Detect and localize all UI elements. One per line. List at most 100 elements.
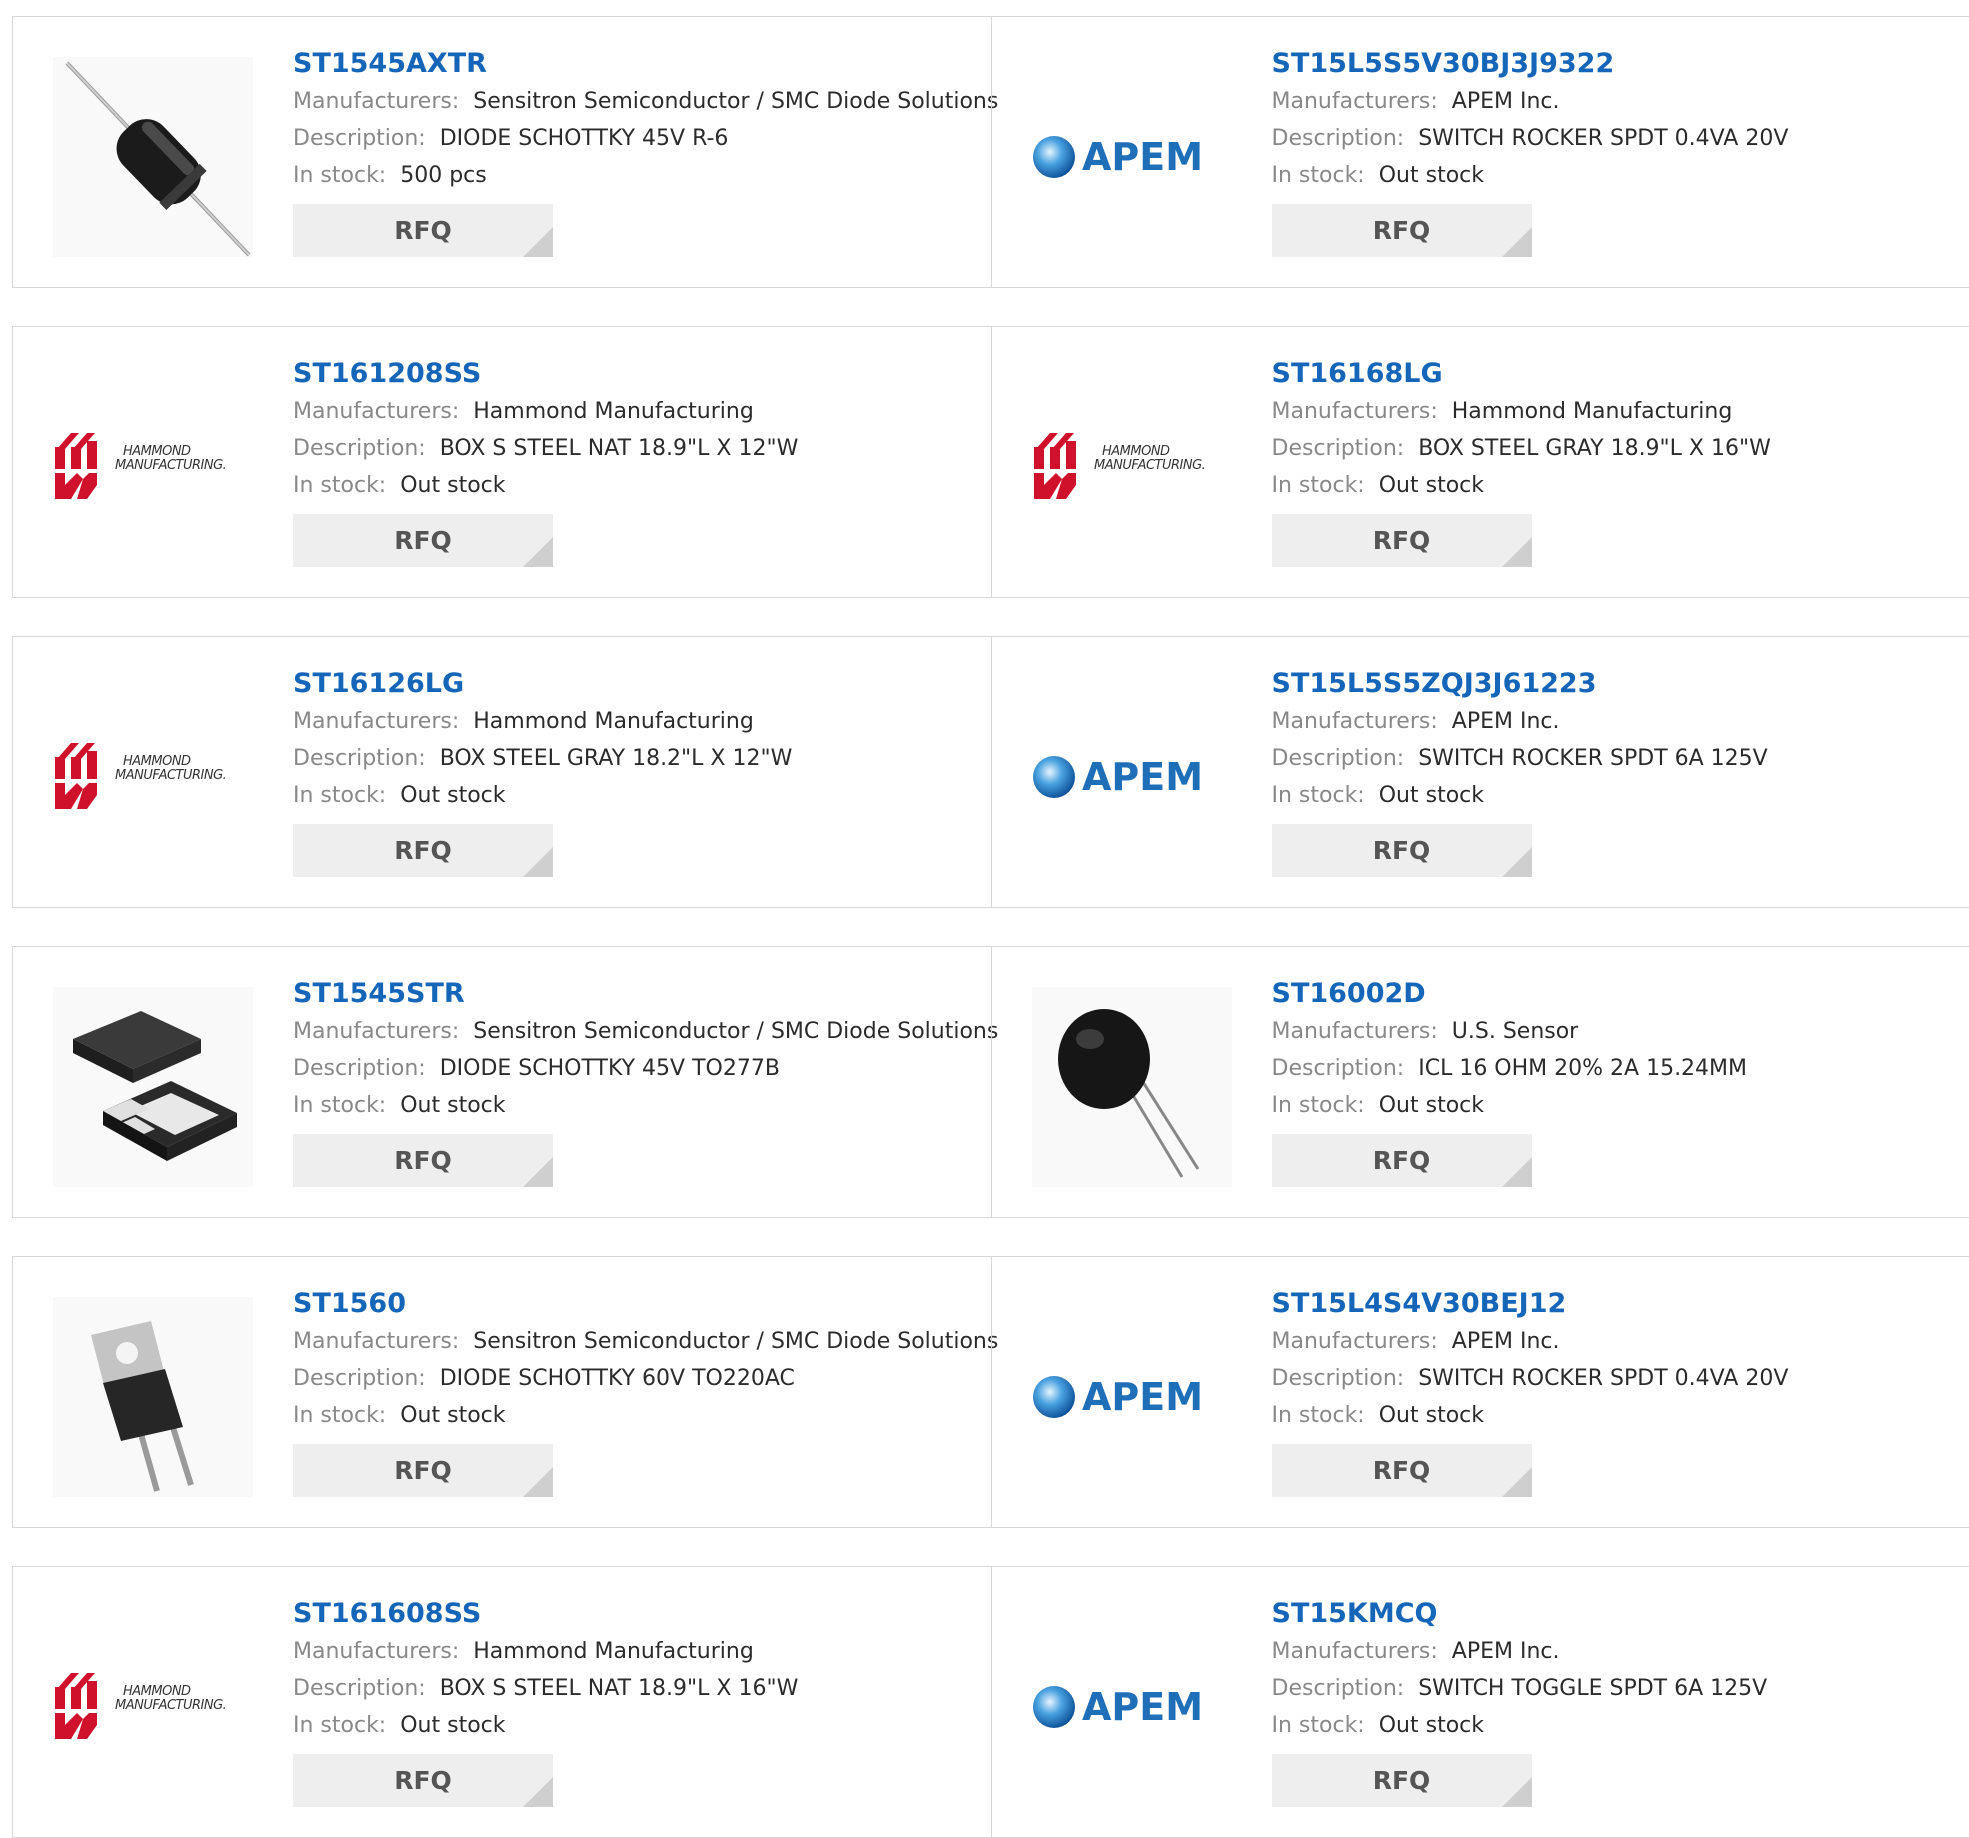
- manufacturer-line: Manufacturers:Sensitron Semiconductor / …: [293, 1323, 991, 1360]
- manufacturer-line: Manufacturers:APEM Inc.: [1272, 83, 1969, 120]
- product-info: ST15L4S4V30BEJ12Manufacturers:APEM Inc.D…: [1272, 1287, 1969, 1497]
- stock-line: In stock: Out stock: [1272, 467, 1969, 504]
- manufacturer-label: Manufacturers:: [293, 709, 459, 734]
- description-value: DIODE SCHOTTKY 60V TO220AC: [440, 1366, 795, 1391]
- manufacturer-value: APEM Inc.: [1452, 89, 1560, 114]
- axial-diode-icon[interactable]: [53, 57, 253, 257]
- stock-value: Out stock: [1379, 1713, 1484, 1738]
- stock-value: 500 pcs: [400, 163, 487, 188]
- product-card: ST1560Manufacturers:Sensitron Semiconduc…: [13, 1257, 991, 1527]
- corner-fold-icon: [523, 1157, 553, 1187]
- rfq-button[interactable]: RFQ: [1272, 1444, 1532, 1497]
- corner-fold-icon: [1502, 1157, 1532, 1187]
- part-number-link[interactable]: ST16002D: [1272, 977, 1969, 1013]
- part-number-link[interactable]: ST15L5S5V30BJ3J9322: [1272, 47, 1969, 83]
- hammond-logo[interactable]: HAMMONDMANUFACTURING.: [53, 677, 253, 877]
- rfq-button[interactable]: RFQ: [1272, 1754, 1532, 1807]
- stock-label: In stock:: [293, 1403, 386, 1428]
- corner-fold-icon: [523, 1467, 553, 1497]
- rfq-label: RFQ: [1373, 216, 1431, 245]
- rfq-label: RFQ: [394, 1456, 452, 1485]
- rfq-label: RFQ: [1373, 1146, 1431, 1175]
- manufacturer-value: U.S. Sensor: [1452, 1019, 1578, 1044]
- rfq-button[interactable]: RFQ: [1272, 1134, 1532, 1187]
- hammond-logo[interactable]: HAMMONDMANUFACTURING.: [53, 367, 253, 567]
- stock-label: In stock:: [1272, 1093, 1365, 1118]
- corner-fold-icon: [1502, 537, 1532, 567]
- part-number-link[interactable]: ST15L4S4V30BEJ12: [1272, 1287, 1969, 1323]
- description-label: Description:: [1272, 746, 1405, 771]
- stock-value: Out stock: [1379, 473, 1484, 498]
- rfq-button[interactable]: RFQ: [293, 1444, 553, 1497]
- manufacturer-label: Manufacturers:: [293, 1329, 459, 1354]
- corner-fold-icon: [1502, 227, 1532, 257]
- rfq-label: RFQ: [394, 216, 452, 245]
- description-value: BOX S STEEL NAT 18.9"L X 12"W: [440, 436, 799, 461]
- rfq-button[interactable]: RFQ: [1272, 514, 1532, 567]
- manufacturer-line: Manufacturers:Hammond Manufacturing: [1272, 393, 1969, 430]
- product-card: APEMST15L4S4V30BEJ12Manufacturers:APEM I…: [991, 1257, 1969, 1527]
- rfq-label: RFQ: [394, 836, 452, 865]
- rfq-label: RFQ: [1373, 1766, 1431, 1795]
- part-number-link[interactable]: ST15KMCQ: [1272, 1597, 1969, 1633]
- description-value: BOX STEEL GRAY 18.2"L X 12"W: [440, 746, 793, 771]
- stock-value: Out stock: [400, 783, 505, 808]
- stock-label: In stock:: [1272, 1403, 1365, 1428]
- manufacturer-label: Manufacturers:: [293, 399, 459, 424]
- rfq-button[interactable]: RFQ: [293, 1134, 553, 1187]
- corner-fold-icon: [523, 537, 553, 567]
- rfq-label: RFQ: [1373, 526, 1431, 555]
- manufacturer-value: Hammond Manufacturing: [1452, 399, 1733, 424]
- description-label: Description:: [293, 126, 426, 151]
- rfq-button[interactable]: RFQ: [293, 204, 553, 257]
- manufacturer-label: Manufacturers:: [1272, 1329, 1438, 1354]
- part-number-link[interactable]: ST1545AXTR: [293, 47, 991, 83]
- description-line: Description:BOX S STEEL NAT 18.9"L X 12"…: [293, 430, 991, 467]
- hammond-logo[interactable]: HAMMONDMANUFACTURING.: [53, 1607, 253, 1807]
- part-number-link[interactable]: ST16126LG: [293, 667, 991, 703]
- manufacturer-label: Manufacturers:: [293, 1019, 459, 1044]
- product-row: HAMMONDMANUFACTURING.ST161608SSManufactu…: [12, 1566, 1969, 1838]
- description-label: Description:: [1272, 1676, 1405, 1701]
- to220-package-icon[interactable]: [53, 1297, 253, 1497]
- stock-label: In stock:: [293, 1713, 386, 1738]
- part-number-link[interactable]: ST15L5S5ZQJ3J61223: [1272, 667, 1969, 703]
- stock-label: In stock:: [293, 473, 386, 498]
- description-label: Description:: [293, 746, 426, 771]
- corner-fold-icon: [523, 1777, 553, 1807]
- manufacturer-value: Hammond Manufacturing: [473, 709, 754, 734]
- hammond-logo[interactable]: HAMMONDMANUFACTURING.: [1032, 367, 1232, 567]
- part-number-link[interactable]: ST161608SS: [293, 1597, 991, 1633]
- rfq-button[interactable]: RFQ: [293, 1754, 553, 1807]
- stock-label: In stock:: [293, 783, 386, 808]
- hammond-logo-line1: HAMMOND: [123, 1684, 191, 1699]
- rfq-button[interactable]: RFQ: [293, 824, 553, 877]
- part-number-link[interactable]: ST1560: [293, 1287, 991, 1323]
- thermistor-icon[interactable]: [1032, 987, 1232, 1187]
- product-info: ST161608SSManufacturers:Hammond Manufact…: [293, 1597, 991, 1807]
- stock-label: In stock:: [1272, 473, 1365, 498]
- product-info: ST1545AXTRManufacturers:Sensitron Semico…: [293, 47, 991, 257]
- description-line: Description:ICL 16 OHM 20% 2A 15.24MM: [1272, 1050, 1969, 1087]
- part-number-link[interactable]: ST161208SS: [293, 357, 991, 393]
- rfq-button[interactable]: RFQ: [1272, 204, 1532, 257]
- description-value: SWITCH ROCKER SPDT 0.4VA 20V: [1418, 126, 1788, 151]
- corner-fold-icon: [1502, 1777, 1532, 1807]
- manufacturer-line: Manufacturers:APEM Inc.: [1272, 1633, 1969, 1670]
- corner-fold-icon: [1502, 1467, 1532, 1497]
- manufacturer-value: APEM Inc.: [1452, 709, 1560, 734]
- part-number-link[interactable]: ST1545STR: [293, 977, 991, 1013]
- corner-fold-icon: [1502, 847, 1532, 877]
- rfq-button[interactable]: RFQ: [1272, 824, 1532, 877]
- stock-label: In stock:: [293, 1093, 386, 1118]
- part-number-link[interactable]: ST16168LG: [1272, 357, 1969, 393]
- rfq-label: RFQ: [394, 1146, 452, 1175]
- smd-package-icon[interactable]: [53, 987, 253, 1187]
- manufacturer-value: Hammond Manufacturing: [473, 399, 754, 424]
- apem-logo[interactable]: APEM: [1032, 1297, 1232, 1497]
- rfq-button[interactable]: RFQ: [293, 514, 553, 567]
- apem-logo[interactable]: APEM: [1032, 1607, 1232, 1807]
- apem-logo[interactable]: APEM: [1032, 57, 1232, 257]
- apem-logo[interactable]: APEM: [1032, 677, 1232, 877]
- stock-line: In stock:500 pcs: [293, 157, 991, 194]
